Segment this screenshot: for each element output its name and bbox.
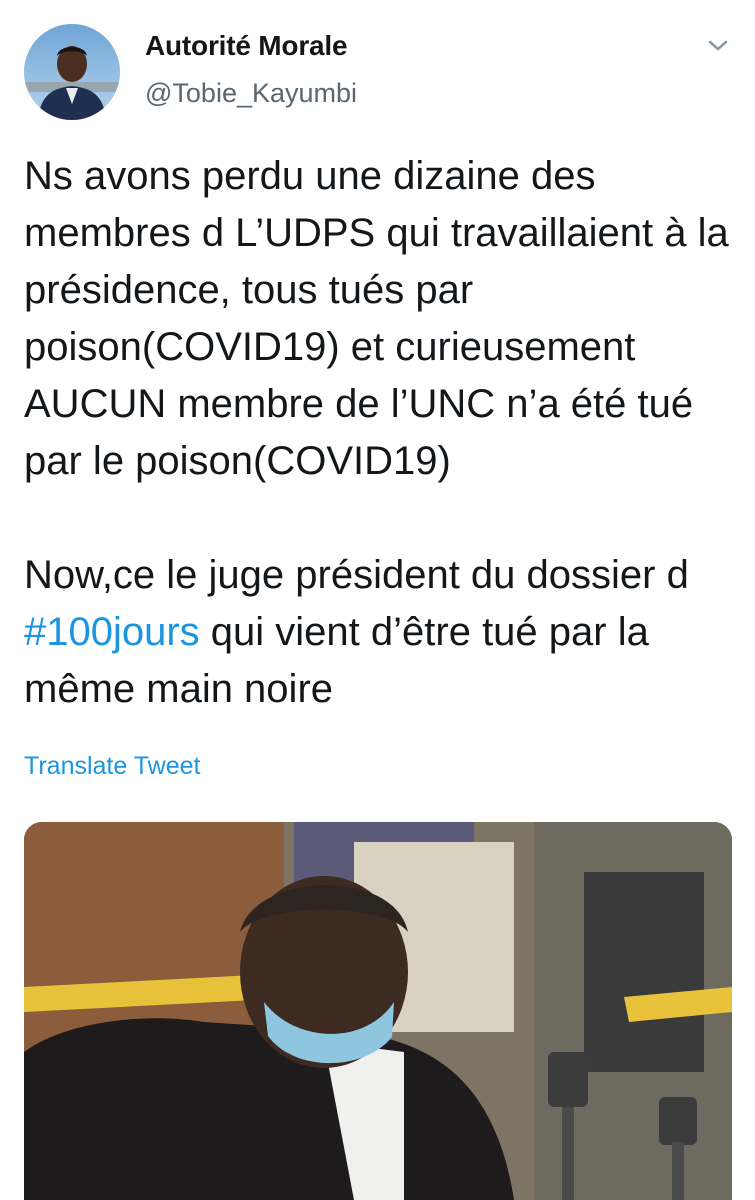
- tweet-media-image[interactable]: [24, 822, 732, 1200]
- tweet: Autorité Morale @Tobie_Kayumbi Ns avons …: [0, 0, 755, 1200]
- avatar-photo: [24, 24, 120, 120]
- chevron-down-icon[interactable]: [702, 36, 734, 56]
- tweet-paragraph-2-start: Now,ce le juge président du dossier d: [24, 553, 689, 597]
- tweet-paragraph-2: Now,ce le juge président du dossier d #1…: [24, 547, 734, 718]
- tweet-paragraph-1: Ns avons perdu une dizaine des membres d…: [24, 154, 729, 483]
- translate-tweet-link[interactable]: Translate Tweet: [24, 752, 200, 781]
- author-avatar[interactable]: [24, 24, 120, 120]
- author-display-name[interactable]: Autorité Morale: [145, 30, 348, 62]
- tweet-text: Ns avons perdu une dizaine des membres d…: [24, 148, 734, 718]
- hashtag-link[interactable]: #100jours: [24, 610, 200, 654]
- author-handle[interactable]: @Tobie_Kayumbi: [145, 78, 357, 109]
- media-photo: [24, 822, 732, 1200]
